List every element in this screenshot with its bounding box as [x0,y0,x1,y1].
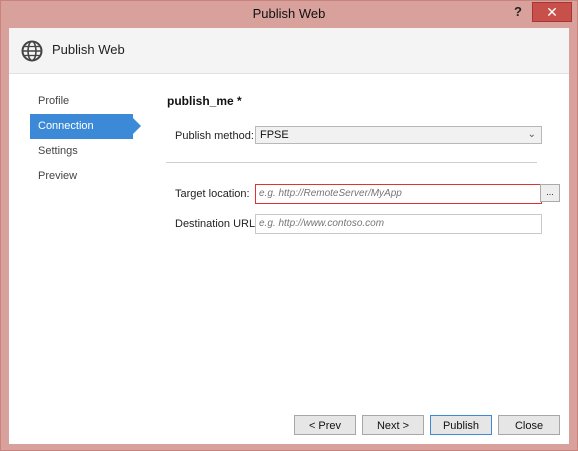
browse-button[interactable]: ... [540,184,560,202]
nav-item-preview[interactable]: Preview [30,164,140,189]
title-bar[interactable]: Publish Web ? ✕ [1,1,577,27]
chevron-down-icon: ⌄ [527,129,536,140]
dialog-body: Publish Web Profile Connection Settings … [9,28,569,444]
globe-icon [21,40,43,62]
destination-url-label: Destination URL: [175,218,259,230]
next-button[interactable]: Next > [362,415,424,435]
window-close-button[interactable]: ✕ [532,2,572,22]
wizard-nav: Profile Connection Settings Preview [30,89,141,189]
nav-item-connection[interactable]: Connection [30,114,141,139]
publish-method-label: Publish method: [175,130,254,142]
target-location-input[interactable] [255,184,542,204]
publish-button[interactable]: Publish [430,415,492,435]
prev-button[interactable]: < Prev [294,415,356,435]
nav-item-profile[interactable]: Profile [30,89,140,114]
dialog-header: Publish Web [9,28,569,74]
destination-url-input[interactable] [255,214,542,234]
profile-name: publish_me * [167,94,242,108]
close-button[interactable]: Close [498,415,560,435]
help-button[interactable]: ? [508,3,528,21]
header-title: Publish Web [52,42,125,57]
publish-method-select[interactable]: FPSE ⌄ [255,126,542,144]
publish-method-value: FPSE [260,129,289,141]
nav-item-settings[interactable]: Settings [30,139,140,164]
divider [166,162,537,163]
window-title: Publish Web [252,6,326,21]
publish-web-dialog: Publish Web ? ✕ Publish Web Profile Conn… [0,0,578,451]
target-location-label: Target location: [175,188,250,200]
